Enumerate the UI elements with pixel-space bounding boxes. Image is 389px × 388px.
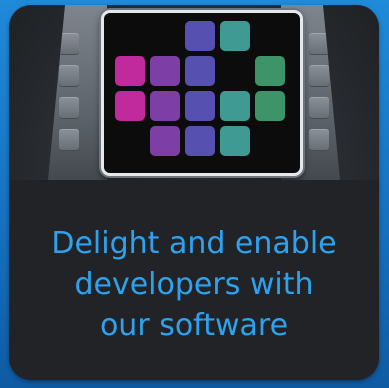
tile-magenta xyxy=(115,56,145,86)
promo-card[interactable]: Delight and enable developers with our s… xyxy=(9,5,379,380)
server-tower-left-icon xyxy=(47,5,107,190)
tile-blue xyxy=(185,126,215,156)
tile-teal xyxy=(220,91,250,121)
server-slot xyxy=(309,65,329,87)
tagline-line-2: developers with xyxy=(74,267,314,302)
tile-purple xyxy=(150,56,180,86)
tile-purple xyxy=(150,126,180,156)
tile-purple xyxy=(150,91,180,121)
tile-teal xyxy=(220,126,250,156)
monitor-screen-icon xyxy=(101,10,303,176)
server-slot xyxy=(59,97,79,119)
tagline-line-3: our software xyxy=(99,308,289,343)
tile-magenta xyxy=(115,91,145,121)
tagline: Delight and enable developers with our s… xyxy=(9,223,379,346)
tile-blue xyxy=(185,56,215,86)
server-slot xyxy=(59,129,79,151)
tile-green xyxy=(255,56,285,86)
server-slot xyxy=(59,65,79,87)
server-slot xyxy=(309,97,329,119)
server-slot xyxy=(59,33,79,55)
server-slot xyxy=(309,129,329,151)
tile-blue xyxy=(185,21,215,51)
server-slot xyxy=(309,33,329,55)
tile-green xyxy=(255,91,285,121)
tagline-line-1: Delight and enable xyxy=(51,226,337,261)
tile-teal xyxy=(220,21,250,51)
tile-blue xyxy=(185,91,215,121)
